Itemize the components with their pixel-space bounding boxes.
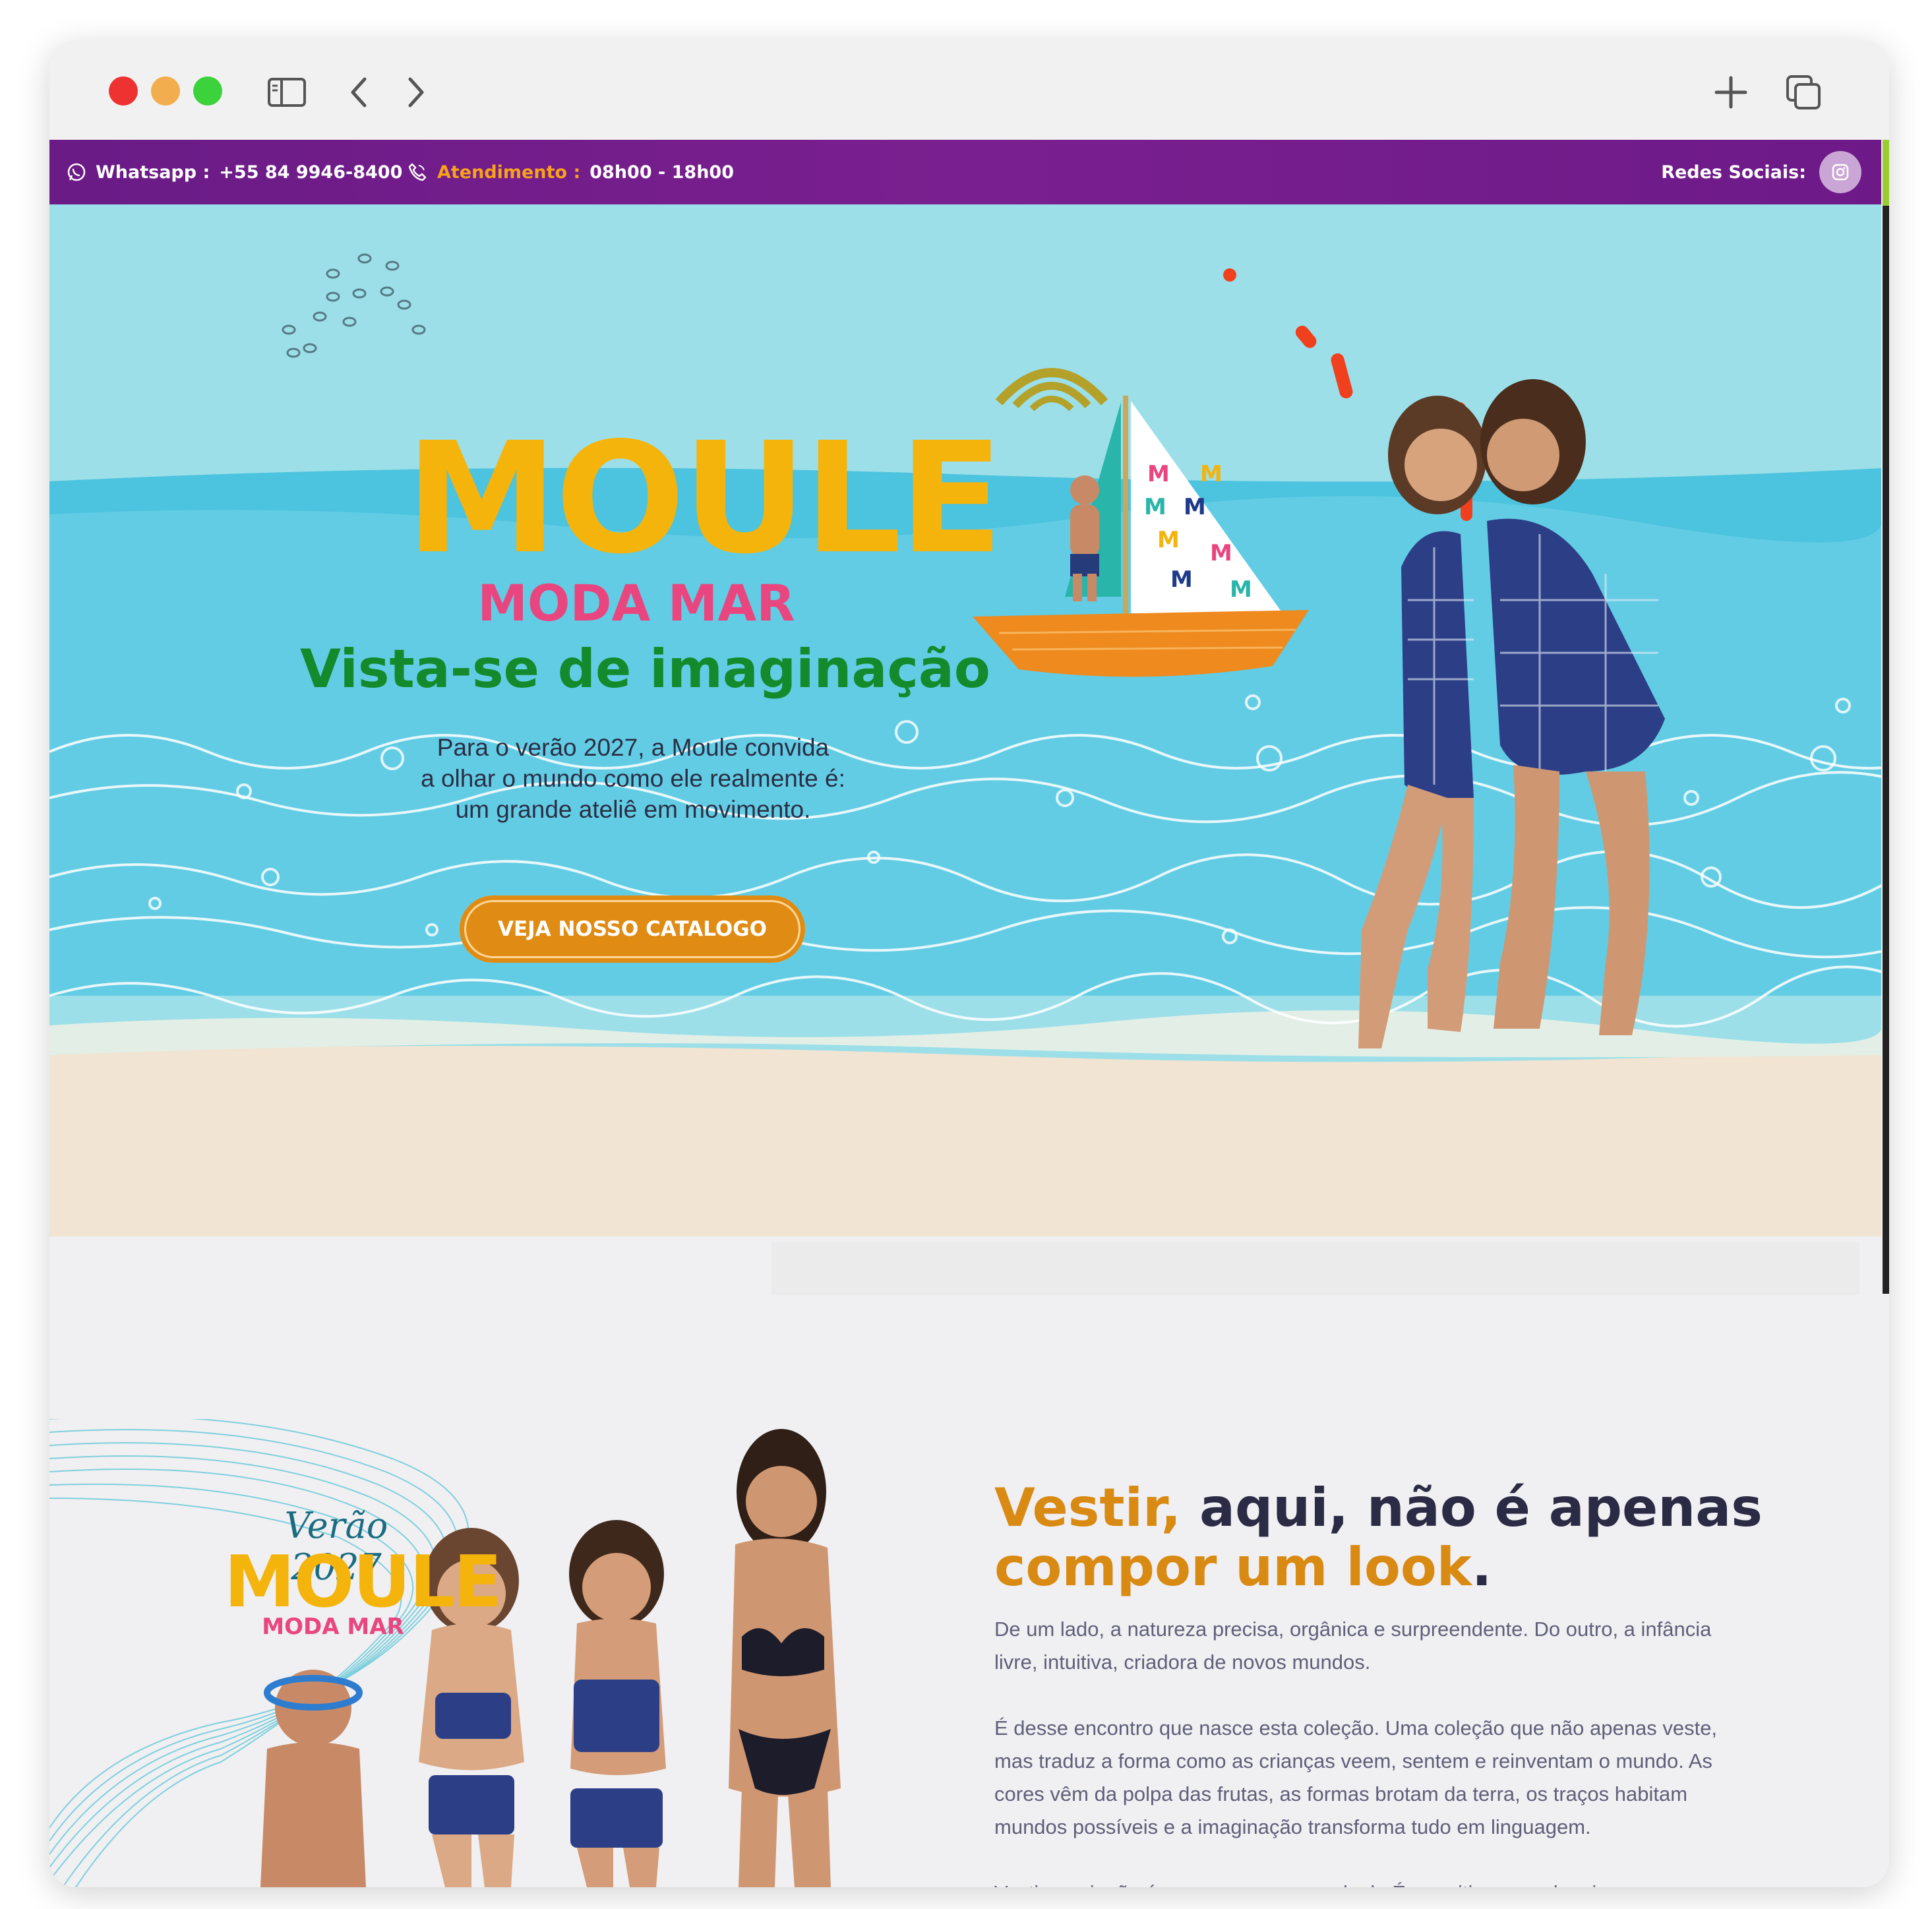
scrollbar[interactable] (1881, 140, 1889, 1294)
beach-illustration: MM MM MM MM (49, 204, 1881, 1236)
about-title-text: . (1471, 1536, 1492, 1598)
collection-photo (49, 1419, 841, 1887)
about-paragraph: De um lado, a natureza precisa, orgânica… (994, 1618, 1712, 1674)
opening-hours: Atendimento : 08h00 - 18h00 (407, 140, 734, 204)
brand-subtitle: MODA MAR (477, 574, 795, 632)
close-window-button[interactable] (109, 76, 138, 106)
whatsapp-contact[interactable]: Whatsapp : +55 84 9946-8400 (67, 140, 402, 204)
browser-window: Whatsapp : +55 84 9946-8400 Atendimento … (49, 41, 1889, 1887)
svg-text:M: M (1184, 494, 1206, 520)
about-paragraph: É desse encontro que nasce esta coleção.… (994, 1716, 1718, 1838)
svg-text:M: M (1200, 461, 1223, 487)
svg-text:M: M (1147, 461, 1170, 487)
about-copy: Vestir, aqui, não é apenas compor um loo… (994, 1478, 1772, 1888)
svg-text:M: M (1210, 540, 1232, 566)
back-icon[interactable] (340, 73, 379, 112)
svg-text:M: M (1230, 576, 1252, 603)
section-divider (771, 1242, 1859, 1295)
whatsapp-number: +55 84 9946-8400 (219, 162, 403, 183)
svg-text:M: M (1157, 527, 1180, 553)
collection-badge-subtitle: MODA MAR (262, 1614, 404, 1640)
about-title: Vestir, aqui, não é apenas compor um loo… (994, 1478, 1772, 1597)
instagram-button[interactable] (1819, 151, 1861, 193)
browser-toolbar (49, 41, 1889, 140)
maximize-window-button[interactable] (193, 76, 222, 106)
boy-model (260, 1670, 366, 1887)
hero-description-line: Para o verão 2027, a Moule convida (437, 734, 830, 761)
scrollbar-indicator (1883, 140, 1889, 206)
hero-banner: MM MM MM MM MOULE MODA MAR Vista-se de i… (49, 204, 1881, 1236)
hours-value: 08h00 - 18h00 (589, 162, 734, 183)
hero-title: Vista-se de imaginação (300, 638, 990, 700)
collection-collage: Verão 2027 MOULE MODA MAR (49, 1419, 920, 1887)
contact-topbar: Whatsapp : +55 84 9946-8400 Atendimento … (49, 140, 1881, 204)
sidebar-icon[interactable] (267, 73, 307, 112)
about-title-highlight: Vestir, (994, 1477, 1182, 1538)
girl-model-3 (729, 1429, 841, 1887)
about-title-highlight: compor um look (994, 1536, 1472, 1598)
forward-icon[interactable] (396, 73, 435, 112)
scrollbar-thumb[interactable] (1883, 140, 1889, 1294)
about-paragraph: Vestir, aqui, não é apenas compor um loo… (994, 1877, 1720, 1887)
svg-text:M: M (1170, 566, 1193, 593)
collection-badge-brand: MOULE (224, 1541, 502, 1623)
hero-description: Para o verão 2027, a Moule convida a olh… (379, 732, 887, 825)
girl-model-2 (569, 1520, 666, 1887)
plus-icon[interactable] (1711, 73, 1751, 112)
instagram-icon (1832, 164, 1849, 181)
hours-label: Atendimento : (437, 162, 581, 183)
phone-icon (408, 163, 427, 181)
about-title-text: aqui, não é apenas (1181, 1477, 1763, 1538)
social-label: Redes Sociais: (1661, 162, 1806, 183)
hero-description-line: um grande ateliê em movimento. (455, 796, 811, 823)
catalog-button[interactable]: VEJA NOSSO CATALOGO (460, 895, 805, 963)
whatsapp-label: Whatsapp : (96, 162, 210, 183)
whatsapp-icon (67, 163, 86, 181)
minimize-window-button[interactable] (151, 76, 180, 106)
svg-text:M: M (1144, 494, 1166, 520)
tabs-icon[interactable] (1784, 73, 1823, 112)
brand-logo: MOULE (406, 409, 1004, 588)
about-section: Verão 2027 MOULE MODA MAR Vestir, aqui, … (49, 1419, 1889, 1887)
hero-description-line: a olhar o mundo como ele realmente é: (421, 765, 845, 792)
